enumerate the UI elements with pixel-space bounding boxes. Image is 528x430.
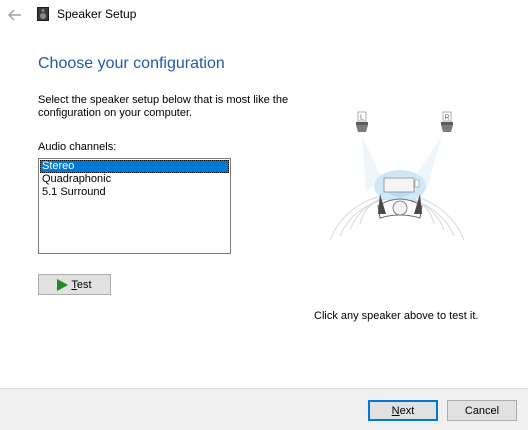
test-button[interactable]: Test (38, 274, 111, 295)
left-speaker-label: L (360, 115, 364, 122)
speaker-diagram: L R (329, 111, 465, 241)
audio-channels-listbox[interactable]: Stereo Quadraphonic 5.1 Surround (38, 158, 231, 254)
cancel-button-label: Cancel (464, 404, 500, 417)
back-button[interactable] (4, 4, 26, 26)
next-button[interactable]: Next (368, 400, 438, 421)
speaker-setup-window: Speaker Setup Choose your configuration … (0, 0, 528, 430)
page-title: Choose your configuration (38, 55, 225, 72)
list-item-stereo[interactable]: Stereo (40, 160, 229, 173)
back-arrow-icon (8, 9, 21, 21)
right-speaker[interactable]: R (441, 111, 453, 132)
audio-channels-label: Audio channels: (38, 141, 117, 153)
list-item-quadraphonic[interactable]: Quadraphonic (40, 173, 229, 186)
list-item-5-1-surround[interactable]: 5.1 Surround (40, 186, 229, 199)
window-title: Speaker Setup (57, 7, 137, 21)
instructions-text: Select the speaker setup below that is m… (38, 94, 289, 119)
monitor-icon (383, 177, 420, 193)
play-icon (57, 278, 69, 291)
next-button-label: Next (391, 404, 415, 417)
right-speaker-label: R (444, 115, 449, 122)
left-speaker[interactable]: L (356, 111, 368, 132)
test-button-label: Test (71, 278, 92, 291)
footer-bar: Next Cancel (0, 388, 528, 430)
cancel-button[interactable]: Cancel (447, 400, 517, 421)
speaker-icon (37, 7, 49, 21)
test-hint-text: Click any speaker above to test it. (314, 310, 479, 322)
title-bar: Speaker Setup (0, 0, 528, 30)
